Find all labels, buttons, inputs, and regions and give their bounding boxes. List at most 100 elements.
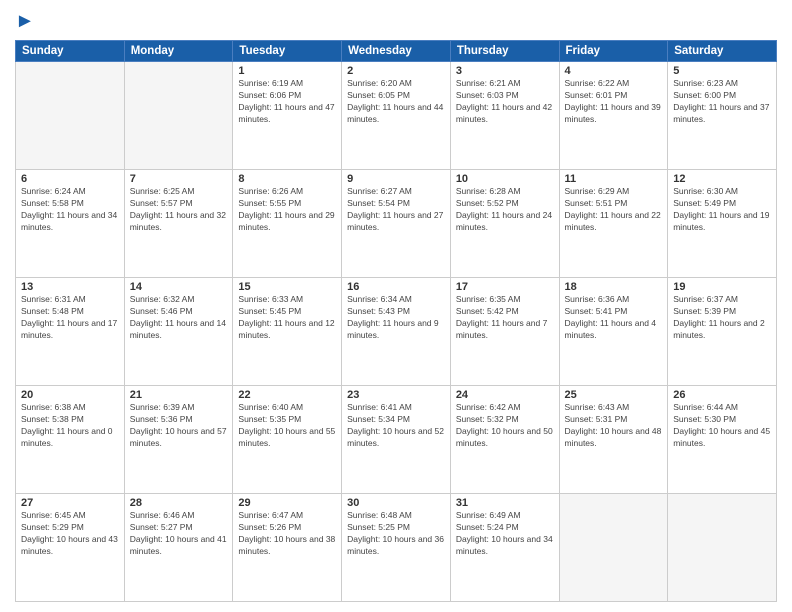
day-info: Sunrise: 6:40 AMSunset: 5:35 PMDaylight:… (238, 402, 336, 450)
day-info: Sunrise: 6:31 AMSunset: 5:48 PMDaylight:… (21, 294, 119, 342)
day-number: 21 (130, 389, 228, 401)
day-info: Sunrise: 6:27 AMSunset: 5:54 PMDaylight:… (347, 186, 445, 234)
day-number: 26 (673, 389, 771, 401)
calendar-cell: 24Sunrise: 6:42 AMSunset: 5:32 PMDayligh… (450, 386, 559, 494)
day-info: Sunrise: 6:36 AMSunset: 5:41 PMDaylight:… (565, 294, 663, 342)
day-number: 25 (565, 389, 663, 401)
day-number: 4 (565, 65, 663, 77)
day-info: Sunrise: 6:44 AMSunset: 5:30 PMDaylight:… (673, 402, 771, 450)
calendar-cell: 13Sunrise: 6:31 AMSunset: 5:48 PMDayligh… (16, 278, 125, 386)
day-info: Sunrise: 6:20 AMSunset: 6:05 PMDaylight:… (347, 78, 445, 126)
calendar-cell: 19Sunrise: 6:37 AMSunset: 5:39 PMDayligh… (668, 278, 777, 386)
calendar-cell: 7Sunrise: 6:25 AMSunset: 5:57 PMDaylight… (124, 170, 233, 278)
day-info: Sunrise: 6:26 AMSunset: 5:55 PMDaylight:… (238, 186, 336, 234)
week-row-4: 20Sunrise: 6:38 AMSunset: 5:38 PMDayligh… (16, 386, 777, 494)
day-number: 5 (673, 65, 771, 77)
day-info: Sunrise: 6:21 AMSunset: 6:03 PMDaylight:… (456, 78, 554, 126)
day-info: Sunrise: 6:24 AMSunset: 5:58 PMDaylight:… (21, 186, 119, 234)
calendar-cell: 18Sunrise: 6:36 AMSunset: 5:41 PMDayligh… (559, 278, 668, 386)
calendar-cell: 6Sunrise: 6:24 AMSunset: 5:58 PMDaylight… (16, 170, 125, 278)
weekday-header-friday: Friday (559, 41, 668, 62)
calendar-cell (124, 62, 233, 170)
day-number: 2 (347, 65, 445, 77)
day-info: Sunrise: 6:41 AMSunset: 5:34 PMDaylight:… (347, 402, 445, 450)
logo-arrow: ► (15, 10, 35, 32)
day-info: Sunrise: 6:29 AMSunset: 5:51 PMDaylight:… (565, 186, 663, 234)
day-number: 16 (347, 281, 445, 293)
day-info: Sunrise: 6:34 AMSunset: 5:43 PMDaylight:… (347, 294, 445, 342)
day-number: 15 (238, 281, 336, 293)
calendar-cell: 22Sunrise: 6:40 AMSunset: 5:35 PMDayligh… (233, 386, 342, 494)
calendar-cell (16, 62, 125, 170)
calendar-cell: 26Sunrise: 6:44 AMSunset: 5:30 PMDayligh… (668, 386, 777, 494)
day-info: Sunrise: 6:23 AMSunset: 6:00 PMDaylight:… (673, 78, 771, 126)
day-info: Sunrise: 6:22 AMSunset: 6:01 PMDaylight:… (565, 78, 663, 126)
calendar-cell: 16Sunrise: 6:34 AMSunset: 5:43 PMDayligh… (342, 278, 451, 386)
day-number: 30 (347, 497, 445, 509)
calendar-cell: 8Sunrise: 6:26 AMSunset: 5:55 PMDaylight… (233, 170, 342, 278)
day-number: 24 (456, 389, 554, 401)
day-number: 19 (673, 281, 771, 293)
day-number: 12 (673, 173, 771, 185)
day-number: 31 (456, 497, 554, 509)
calendar-cell: 9Sunrise: 6:27 AMSunset: 5:54 PMDaylight… (342, 170, 451, 278)
weekday-header-tuesday: Tuesday (233, 41, 342, 62)
calendar-cell: 30Sunrise: 6:48 AMSunset: 5:25 PMDayligh… (342, 494, 451, 602)
calendar-cell: 17Sunrise: 6:35 AMSunset: 5:42 PMDayligh… (450, 278, 559, 386)
day-info: Sunrise: 6:37 AMSunset: 5:39 PMDaylight:… (673, 294, 771, 342)
calendar-cell: 4Sunrise: 6:22 AMSunset: 6:01 PMDaylight… (559, 62, 668, 170)
day-info: Sunrise: 6:33 AMSunset: 5:45 PMDaylight:… (238, 294, 336, 342)
calendar-cell: 11Sunrise: 6:29 AMSunset: 5:51 PMDayligh… (559, 170, 668, 278)
day-number: 3 (456, 65, 554, 77)
day-info: Sunrise: 6:28 AMSunset: 5:52 PMDaylight:… (456, 186, 554, 234)
calendar: SundayMondayTuesdayWednesdayThursdayFrid… (15, 40, 777, 602)
day-number: 6 (21, 173, 119, 185)
day-number: 29 (238, 497, 336, 509)
weekday-header-saturday: Saturday (668, 41, 777, 62)
calendar-cell: 2Sunrise: 6:20 AMSunset: 6:05 PMDaylight… (342, 62, 451, 170)
calendar-cell: 15Sunrise: 6:33 AMSunset: 5:45 PMDayligh… (233, 278, 342, 386)
calendar-cell: 31Sunrise: 6:49 AMSunset: 5:24 PMDayligh… (450, 494, 559, 602)
day-number: 13 (21, 281, 119, 293)
calendar-cell: 29Sunrise: 6:47 AMSunset: 5:26 PMDayligh… (233, 494, 342, 602)
weekday-header-sunday: Sunday (16, 41, 125, 62)
calendar-cell: 28Sunrise: 6:46 AMSunset: 5:27 PMDayligh… (124, 494, 233, 602)
week-row-3: 13Sunrise: 6:31 AMSunset: 5:48 PMDayligh… (16, 278, 777, 386)
week-row-5: 27Sunrise: 6:45 AMSunset: 5:29 PMDayligh… (16, 494, 777, 602)
day-info: Sunrise: 6:43 AMSunset: 5:31 PMDaylight:… (565, 402, 663, 450)
day-number: 27 (21, 497, 119, 509)
calendar-cell: 14Sunrise: 6:32 AMSunset: 5:46 PMDayligh… (124, 278, 233, 386)
calendar-cell: 10Sunrise: 6:28 AMSunset: 5:52 PMDayligh… (450, 170, 559, 278)
day-info: Sunrise: 6:42 AMSunset: 5:32 PMDaylight:… (456, 402, 554, 450)
calendar-cell: 1Sunrise: 6:19 AMSunset: 6:06 PMDaylight… (233, 62, 342, 170)
day-info: Sunrise: 6:47 AMSunset: 5:26 PMDaylight:… (238, 510, 336, 558)
day-number: 7 (130, 173, 228, 185)
day-number: 9 (347, 173, 445, 185)
day-info: Sunrise: 6:39 AMSunset: 5:36 PMDaylight:… (130, 402, 228, 450)
day-info: Sunrise: 6:35 AMSunset: 5:42 PMDaylight:… (456, 294, 554, 342)
weekday-header-wednesday: Wednesday (342, 41, 451, 62)
day-number: 14 (130, 281, 228, 293)
day-info: Sunrise: 6:25 AMSunset: 5:57 PMDaylight:… (130, 186, 228, 234)
day-number: 28 (130, 497, 228, 509)
day-number: 20 (21, 389, 119, 401)
day-info: Sunrise: 6:45 AMSunset: 5:29 PMDaylight:… (21, 510, 119, 558)
day-number: 18 (565, 281, 663, 293)
calendar-cell: 20Sunrise: 6:38 AMSunset: 5:38 PMDayligh… (16, 386, 125, 494)
day-number: 11 (565, 173, 663, 185)
day-number: 23 (347, 389, 445, 401)
day-info: Sunrise: 6:38 AMSunset: 5:38 PMDaylight:… (21, 402, 119, 450)
calendar-cell: 23Sunrise: 6:41 AMSunset: 5:34 PMDayligh… (342, 386, 451, 494)
day-number: 8 (238, 173, 336, 185)
day-info: Sunrise: 6:32 AMSunset: 5:46 PMDaylight:… (130, 294, 228, 342)
calendar-cell (668, 494, 777, 602)
day-number: 22 (238, 389, 336, 401)
calendar-cell: 27Sunrise: 6:45 AMSunset: 5:29 PMDayligh… (16, 494, 125, 602)
day-info: Sunrise: 6:48 AMSunset: 5:25 PMDaylight:… (347, 510, 445, 558)
weekday-header-monday: Monday (124, 41, 233, 62)
calendar-cell (559, 494, 668, 602)
calendar-cell: 21Sunrise: 6:39 AMSunset: 5:36 PMDayligh… (124, 386, 233, 494)
day-info: Sunrise: 6:49 AMSunset: 5:24 PMDaylight:… (456, 510, 554, 558)
week-row-2: 6Sunrise: 6:24 AMSunset: 5:58 PMDaylight… (16, 170, 777, 278)
weekday-header-row: SundayMondayTuesdayWednesdayThursdayFrid… (16, 41, 777, 62)
